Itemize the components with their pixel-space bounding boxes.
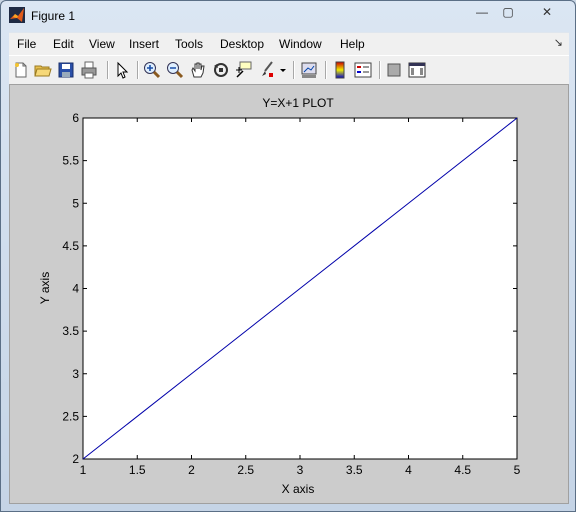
save-icon[interactable] — [56, 60, 76, 80]
toolbar-separator — [379, 61, 381, 79]
new-figure-icon[interactable] — [11, 60, 31, 80]
y-tick-label: 5 — [72, 196, 79, 210]
dock-arrow-icon[interactable]: ↘ — [554, 36, 563, 49]
plot-area[interactable]: Y=X+1 PLOT 1 1.5 2 2.5 3 3.5 4 4.5 5 2 2.5 3 3.5 4 4.… — [10, 85, 568, 503]
brush-dropdown-icon[interactable] — [279, 60, 287, 80]
close-button[interactable]: ✕ — [531, 3, 563, 23]
brush-icon[interactable] — [257, 60, 277, 80]
data-cursor-icon[interactable] — [234, 60, 254, 80]
figure-toolbar — [9, 55, 569, 85]
menu-tools[interactable]: Tools — [175, 37, 203, 51]
menu-insert[interactable]: Insert — [129, 37, 159, 51]
menu-file[interactable]: File — [17, 37, 36, 51]
pan-hand-icon[interactable] — [188, 60, 208, 80]
hide-plot-tools-icon[interactable] — [384, 60, 404, 80]
menu-window[interactable]: Window — [279, 37, 322, 51]
y-tick-label: 4 — [72, 282, 79, 296]
menu-desktop[interactable]: Desktop — [220, 37, 264, 51]
y-tick-label: 3.5 — [62, 324, 79, 338]
zoom-in-icon[interactable] — [142, 60, 162, 80]
y-tick-label: 5.5 — [62, 154, 79, 168]
y-tick-label: 4.5 — [62, 239, 79, 253]
figure-canvas: Y=X+1 PLOT 1 1.5 2 2.5 3 3.5 4 4.5 5 2 2.5 3 3.5 4 4.… — [9, 84, 569, 504]
y-tick-label: 3 — [72, 367, 79, 381]
minimize-button[interactable]: — — [469, 3, 495, 23]
x-tick-label: 2.5 — [237, 463, 254, 477]
edit-plot-arrow-icon[interactable] — [112, 60, 132, 80]
show-plot-tools-icon[interactable] — [407, 60, 427, 80]
toolbar-separator — [325, 61, 327, 79]
toolbar-separator — [107, 61, 109, 79]
x-tick-label: 3 — [297, 463, 304, 477]
y-axis-label: Y axis — [38, 272, 52, 304]
figure-window: Figure 1 — ▢ ✕ File Edit View Insert Too… — [0, 0, 576, 512]
y-tick-label: 2.5 — [62, 409, 79, 423]
x-tick-label: 2 — [188, 463, 195, 477]
x-tick-label: 4 — [405, 463, 412, 477]
menu-bar: File Edit View Insert Tools Desktop Wind… — [9, 32, 569, 55]
x-tick-label: 1 — [80, 463, 87, 477]
menu-view[interactable]: View — [89, 37, 115, 51]
chart-title: Y=X+1 PLOT — [262, 96, 334, 110]
open-file-icon[interactable] — [33, 60, 53, 80]
matlab-logo-icon — [9, 7, 25, 23]
menu-help[interactable]: Help — [340, 37, 365, 51]
x-tick-label: 1.5 — [129, 463, 146, 477]
toolbar-separator — [137, 61, 139, 79]
link-plot-icon[interactable] — [299, 60, 319, 80]
print-icon[interactable] — [79, 60, 99, 80]
y-tick-label: 2 — [72, 452, 79, 466]
menu-edit[interactable]: Edit — [53, 37, 74, 51]
window-title: Figure 1 — [31, 9, 76, 23]
colorbar-icon[interactable] — [330, 60, 350, 80]
zoom-out-icon[interactable] — [165, 60, 185, 80]
x-tick-label: 3.5 — [346, 463, 363, 477]
maximize-button[interactable]: ▢ — [495, 3, 521, 23]
x-axis-label: X axis — [282, 482, 315, 496]
legend-icon[interactable] — [353, 60, 373, 80]
x-tick-label: 5 — [514, 463, 521, 477]
toolbar-separator — [293, 61, 295, 79]
title-bar[interactable]: Figure 1 — ▢ ✕ — [1, 1, 575, 31]
x-tick-label: 4.5 — [454, 463, 471, 477]
rotate-3d-icon[interactable] — [211, 60, 231, 80]
y-tick-label: 6 — [72, 111, 79, 125]
